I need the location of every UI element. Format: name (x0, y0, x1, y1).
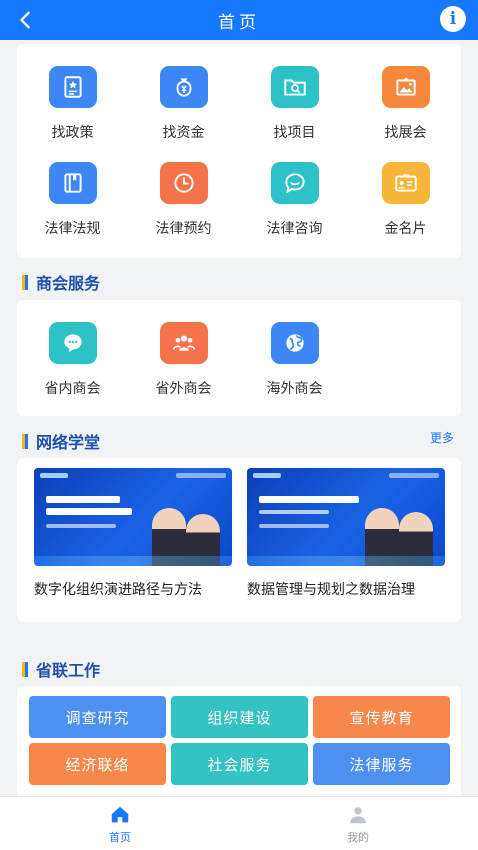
quick-item-label: 找项目 (273, 125, 316, 141)
quick-item-label: 法律咨询 (266, 221, 323, 237)
back-button[interactable] (12, 6, 40, 34)
more-link[interactable]: 更多 (430, 429, 454, 446)
quick-item-project[interactable]: 找项目 (239, 66, 350, 142)
chat-icon (270, 162, 319, 204)
chamber-services-card: 省内商会 省外商会 海外商会 (17, 300, 461, 416)
bottom-tab-bar: 首页 我的 (0, 796, 478, 850)
clock-icon (159, 162, 208, 204)
info-icon[interactable]: i (440, 6, 466, 32)
quick-item-legal-consult[interactable]: 法律咨询 (239, 162, 350, 238)
quick-services-card: 找政策 找资金 找项目 找展会 法律法规 法律预约 法律咨询 金名片 (17, 44, 461, 258)
top-nav-bar: 首页 i (0, 0, 478, 40)
work-button-publicity[interactable]: 宣传教育 (313, 696, 450, 738)
law-book-icon (48, 162, 97, 204)
tab-label: 首页 (109, 830, 131, 844)
quick-item-business-card[interactable]: 金名片 (350, 162, 461, 238)
section-header-chamber: 商会服务 (22, 270, 100, 294)
section-header-work: 省联工作 (22, 657, 100, 681)
tab-label: 我的 (347, 830, 369, 844)
section-marker (22, 433, 28, 449)
quick-item-label: 找政策 (51, 125, 94, 141)
chamber-item-label: 省内商会 (44, 381, 101, 397)
school-card: 数字化组织演进路径与方法 数据管理与规划之数据治理 (17, 458, 461, 622)
work-button-economic[interactable]: 经济联络 (29, 743, 166, 785)
tab-mine[interactable]: 我的 (298, 797, 418, 850)
business-card-icon (381, 162, 430, 204)
quick-item-exhibition[interactable]: 找展会 (350, 66, 461, 142)
quick-item-laws[interactable]: 法律法规 (17, 162, 128, 238)
section-marker (22, 661, 28, 677)
section-title: 网络学堂 (36, 433, 101, 452)
course-card[interactable]: 数字化组织演进路径与方法 (34, 468, 232, 599)
quick-item-policy[interactable]: 找政策 (17, 66, 128, 142)
folder-search-icon (270, 66, 319, 108)
home-icon (111, 806, 129, 822)
chamber-item-in-province[interactable]: 省内商会 (17, 322, 128, 398)
work-button-research[interactable]: 调查研究 (29, 696, 166, 738)
quick-item-label: 找资金 (162, 125, 205, 141)
tab-home[interactable]: 首页 (60, 797, 180, 850)
exhibition-icon (381, 66, 430, 108)
section-title: 商会服务 (36, 274, 101, 293)
quick-item-funding[interactable]: 找资金 (128, 66, 239, 142)
work-button-organization[interactable]: 组织建设 (171, 696, 308, 738)
chamber-item-label: 省外商会 (155, 381, 212, 397)
chevron-left-icon (20, 11, 30, 29)
quick-item-label: 法律预约 (155, 221, 212, 237)
course-title: 数字化组织演进路径与方法 (34, 582, 202, 598)
work-card: 调查研究 组织建设 宣传教育 经济联络 社会服务 法律服务 (17, 686, 461, 796)
course-title: 数据管理与规划之数据治理 (247, 582, 415, 598)
user-icon (350, 806, 366, 823)
quick-item-legal-appointment[interactable]: 法律预约 (128, 162, 239, 238)
course-thumbnail (247, 468, 445, 566)
money-bag-icon (159, 66, 208, 108)
course-card[interactable]: 数据管理与规划之数据治理 (247, 468, 445, 599)
work-button-legal[interactable]: 法律服务 (313, 743, 450, 785)
section-header-school: 网络学堂 (22, 429, 100, 453)
work-button-social[interactable]: 社会服务 (171, 743, 308, 785)
chat-bubble-icon (48, 322, 97, 364)
section-title: 省联工作 (36, 661, 101, 680)
page-title: 首页 (218, 12, 260, 33)
chamber-item-label: 海外商会 (266, 381, 323, 397)
course-thumbnail (34, 468, 232, 566)
quick-item-label: 法律法规 (44, 221, 101, 237)
quick-item-label: 金名片 (384, 221, 427, 237)
quick-item-label: 找展会 (384, 125, 427, 141)
chamber-item-overseas[interactable]: 海外商会 (239, 322, 350, 398)
section-marker (22, 274, 28, 290)
chamber-item-out-province[interactable]: 省外商会 (128, 322, 239, 398)
group-icon (159, 322, 208, 364)
globe-icon (270, 322, 319, 364)
policy-icon (48, 66, 97, 108)
